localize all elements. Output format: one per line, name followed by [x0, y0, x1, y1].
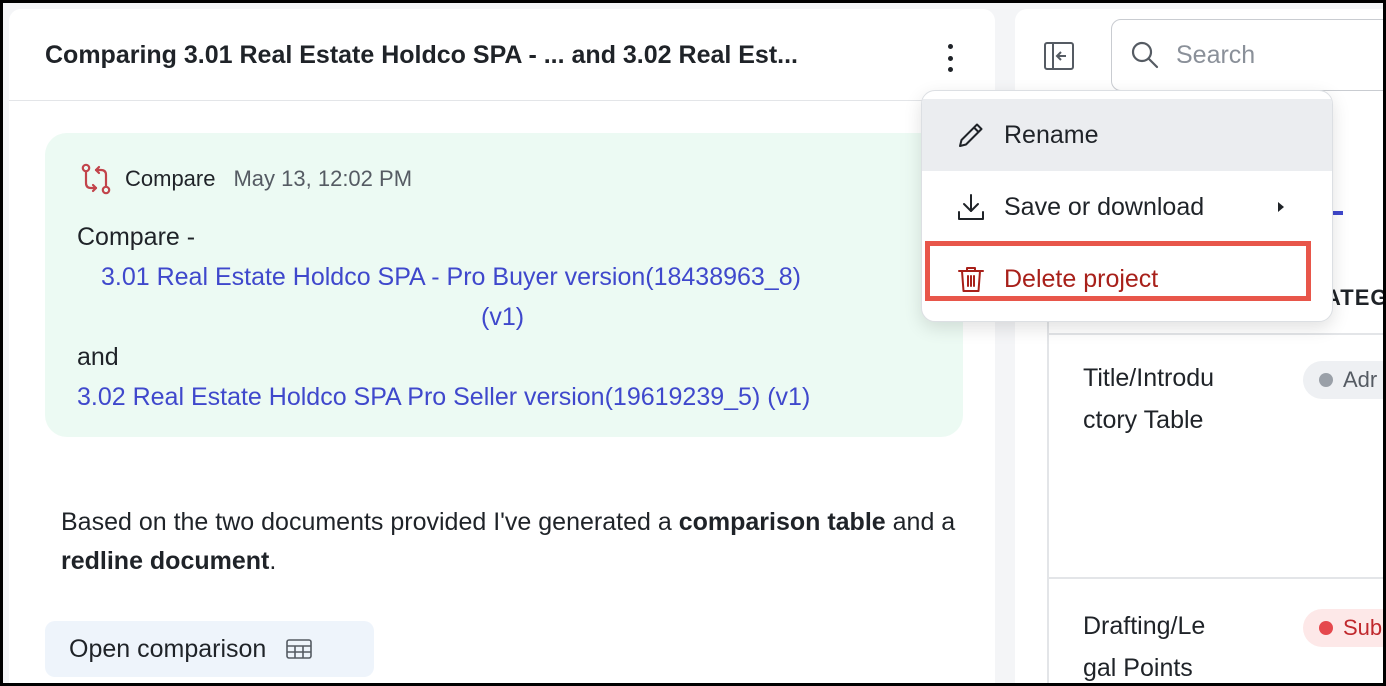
menu-item-label: Rename — [1004, 120, 1099, 149]
row-label-line: Drafting/Le — [1083, 612, 1206, 640]
compare-arrows-icon — [81, 163, 111, 195]
pencil-icon — [959, 123, 983, 147]
menu-item-save-download[interactable]: Save or download — [922, 171, 1332, 243]
compare-meta: Compare May 13, 12:02 PM — [79, 163, 412, 195]
row-divider — [1049, 577, 1383, 579]
doc1-link-version[interactable]: (v1) — [481, 303, 524, 332]
menu-item-delete-project[interactable]: Delete project — [922, 243, 1332, 315]
open-comparison-button[interactable]: Open comparison — [45, 621, 374, 677]
app-window: Comparing 3.01 Real Estate Holdco SPA - … — [0, 0, 1386, 686]
status-badge: Sub — [1303, 609, 1383, 647]
collapse-panel-icon[interactable] — [1043, 41, 1075, 71]
search-input[interactable] — [1176, 40, 1376, 70]
status-label: Sub — [1343, 615, 1383, 640]
table-icon — [286, 639, 313, 659]
row-label-2: Drafting/Le gal Points — [1083, 605, 1206, 683]
compare-label: Compare — [125, 166, 216, 191]
row-label-line: Title/Introdu — [1083, 364, 1215, 392]
doc2-link[interactable]: 3.02 Real Estate Holdco SPA Pro Seller v… — [77, 383, 810, 412]
chat-header: Comparing 3.01 Real Estate Holdco SPA - … — [9, 9, 995, 101]
menu-item-label: Delete project — [1004, 264, 1159, 293]
message-text: . — [269, 547, 277, 575]
status-dot — [1319, 621, 1333, 635]
trash-icon — [958, 267, 984, 292]
search-box[interactable] — [1111, 19, 1383, 91]
row-label-line: gal Points — [1083, 654, 1193, 682]
status-label: Adr — [1343, 367, 1378, 392]
status-dot — [1319, 373, 1333, 387]
compare-intro: Compare - — [77, 223, 196, 251]
message-text: and a — [885, 508, 956, 536]
header-divider — [1049, 333, 1383, 335]
menu-item-rename[interactable]: Rename — [922, 99, 1332, 171]
menu-item-label: Save or download — [1004, 192, 1205, 221]
status-badge: Adr — [1303, 361, 1383, 399]
chat-panel: Comparing 3.01 Real Estate Holdco SPA - … — [9, 9, 995, 683]
page-title: Comparing 3.01 Real Estate Holdco SPA - … — [45, 41, 799, 69]
row-label-line: ctory Table — [1083, 406, 1204, 434]
submenu-arrow-icon — [1278, 202, 1284, 212]
row-label-1: Title/Introdu ctory Table — [1083, 357, 1214, 441]
context-menu: Rename Save or download Delete project — [921, 90, 1333, 322]
download-icon — [958, 194, 984, 220]
assistant-message: Based on the two documents provided I've… — [61, 503, 961, 581]
message-text: Based on the two documents provided I've… — [61, 508, 679, 536]
search-icon — [1131, 41, 1159, 69]
compare-card: Compare May 13, 12:02 PM Compare - 3.01 … — [45, 133, 963, 437]
open-comparison-label: Open comparison — [69, 634, 267, 663]
message-bold-table: comparison table — [678, 508, 886, 536]
compare-conjunction: and — [77, 343, 119, 371]
doc1-link[interactable]: 3.01 Real Estate Holdco SPA - Pro Buyer … — [101, 263, 801, 292]
message-bold-redline: redline document — [61, 547, 270, 575]
compare-timestamp: May 13, 12:02 PM — [233, 166, 413, 191]
more-options-icon[interactable] — [937, 41, 963, 75]
column-header-category: ATEGO — [1325, 285, 1383, 310]
